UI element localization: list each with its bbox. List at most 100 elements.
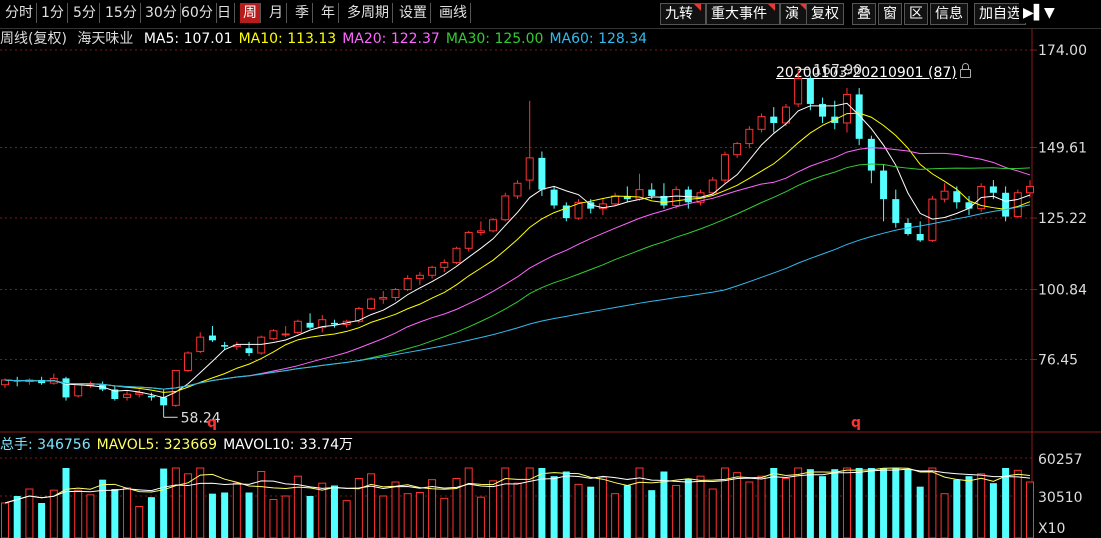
volume-bar (684, 478, 692, 538)
candle-body (501, 195, 510, 221)
volume-bar (171, 467, 180, 538)
volume-bar (623, 485, 631, 538)
vol-axis-label: 60257 (1038, 452, 1083, 468)
volume-bar (831, 469, 839, 538)
candle-body (196, 336, 205, 352)
candle-body (464, 231, 473, 249)
volume-bar (745, 481, 754, 538)
volume-bar (318, 482, 327, 538)
volume-bar (330, 485, 338, 538)
volume-bar (379, 495, 388, 538)
volume-bar (281, 495, 290, 538)
volume-bar (135, 506, 144, 538)
candle-body (123, 393, 132, 398)
candle-body (1026, 185, 1034, 194)
vol-axis-label: 30510 (1038, 490, 1083, 506)
volume-bar (269, 499, 278, 538)
candle-body (489, 219, 498, 232)
candle-body (733, 143, 742, 156)
volume-bar (415, 492, 424, 538)
volume-bar (476, 496, 485, 538)
event-marker: q (207, 415, 217, 431)
candle-body (330, 322, 338, 325)
candle-body (989, 186, 997, 193)
volume-bar (367, 473, 376, 538)
candle-body (428, 266, 437, 276)
candle-body (672, 189, 681, 206)
volume-bar (111, 489, 119, 538)
volume-bar (74, 489, 83, 538)
volume-bar (1, 502, 9, 538)
volume-bar (38, 503, 46, 538)
candle-body (476, 230, 485, 233)
candle-body (440, 262, 449, 268)
volume-bar (757, 475, 766, 538)
candle-body (62, 378, 70, 398)
event-marker: q (851, 415, 861, 431)
volume-bar (806, 469, 814, 538)
volume-bar (928, 467, 937, 538)
candle-body (757, 116, 766, 130)
volume-bar (306, 496, 314, 538)
volume-bar (904, 469, 912, 538)
volume-bar (574, 483, 583, 538)
candle-body (415, 274, 424, 279)
candle-body (867, 138, 875, 171)
candle-body (684, 189, 692, 203)
candle-body (855, 94, 863, 139)
volume-bar (147, 497, 155, 538)
candle-body (379, 296, 388, 300)
candle-body (916, 234, 924, 241)
candle-body (403, 277, 412, 291)
volume-bar (648, 490, 656, 538)
candle-body (708, 179, 717, 194)
candle-body (880, 170, 888, 200)
volume-bar (208, 493, 216, 538)
volume-bar (611, 493, 620, 538)
volume-bar (440, 497, 449, 538)
volume-bar (867, 468, 875, 538)
volume-bar (1026, 481, 1034, 538)
candle-body (940, 190, 949, 200)
high-label: 167.90 (813, 62, 862, 78)
candle-body (221, 345, 229, 347)
volume-bar (391, 481, 400, 538)
candle-body (184, 352, 193, 371)
candle-body (293, 320, 302, 333)
candle-body (513, 182, 522, 197)
candle-body (1, 379, 9, 386)
candle-body (269, 330, 278, 340)
candle-body (842, 93, 851, 124)
y-tick-label: 125.22 (1038, 211, 1087, 227)
candle-body (257, 336, 266, 354)
volume-bar (464, 467, 473, 538)
candle-body (648, 189, 656, 196)
candle-body (550, 189, 558, 206)
candle-body (306, 322, 314, 328)
volume-bar (708, 488, 717, 538)
volume-bar (794, 467, 803, 538)
candle-body (367, 298, 376, 310)
candle-body (928, 198, 937, 241)
volume-bar (842, 467, 851, 538)
candle-body (391, 289, 400, 298)
candle-body (794, 78, 803, 105)
volume-bar (916, 486, 924, 538)
volume-bar (13, 496, 21, 538)
price-chart[interactable]: 174.00149.61125.22100.8476.45167.9058.24… (0, 0, 1101, 538)
volume-bar (49, 489, 58, 538)
volume-bar (86, 494, 95, 538)
candle-body (452, 247, 461, 264)
volume-bar (245, 492, 253, 538)
candle-body (745, 128, 754, 145)
volume-bar (221, 492, 229, 538)
volume-bar (99, 479, 107, 538)
candle-body (720, 154, 729, 181)
candle-body (245, 348, 253, 353)
y-tick-label: 76.45 (1038, 353, 1078, 369)
candle-body (538, 157, 546, 190)
volume-bar (855, 468, 863, 538)
candle-body (160, 397, 168, 406)
volume-bar (819, 476, 827, 538)
volume-bar (977, 473, 986, 538)
